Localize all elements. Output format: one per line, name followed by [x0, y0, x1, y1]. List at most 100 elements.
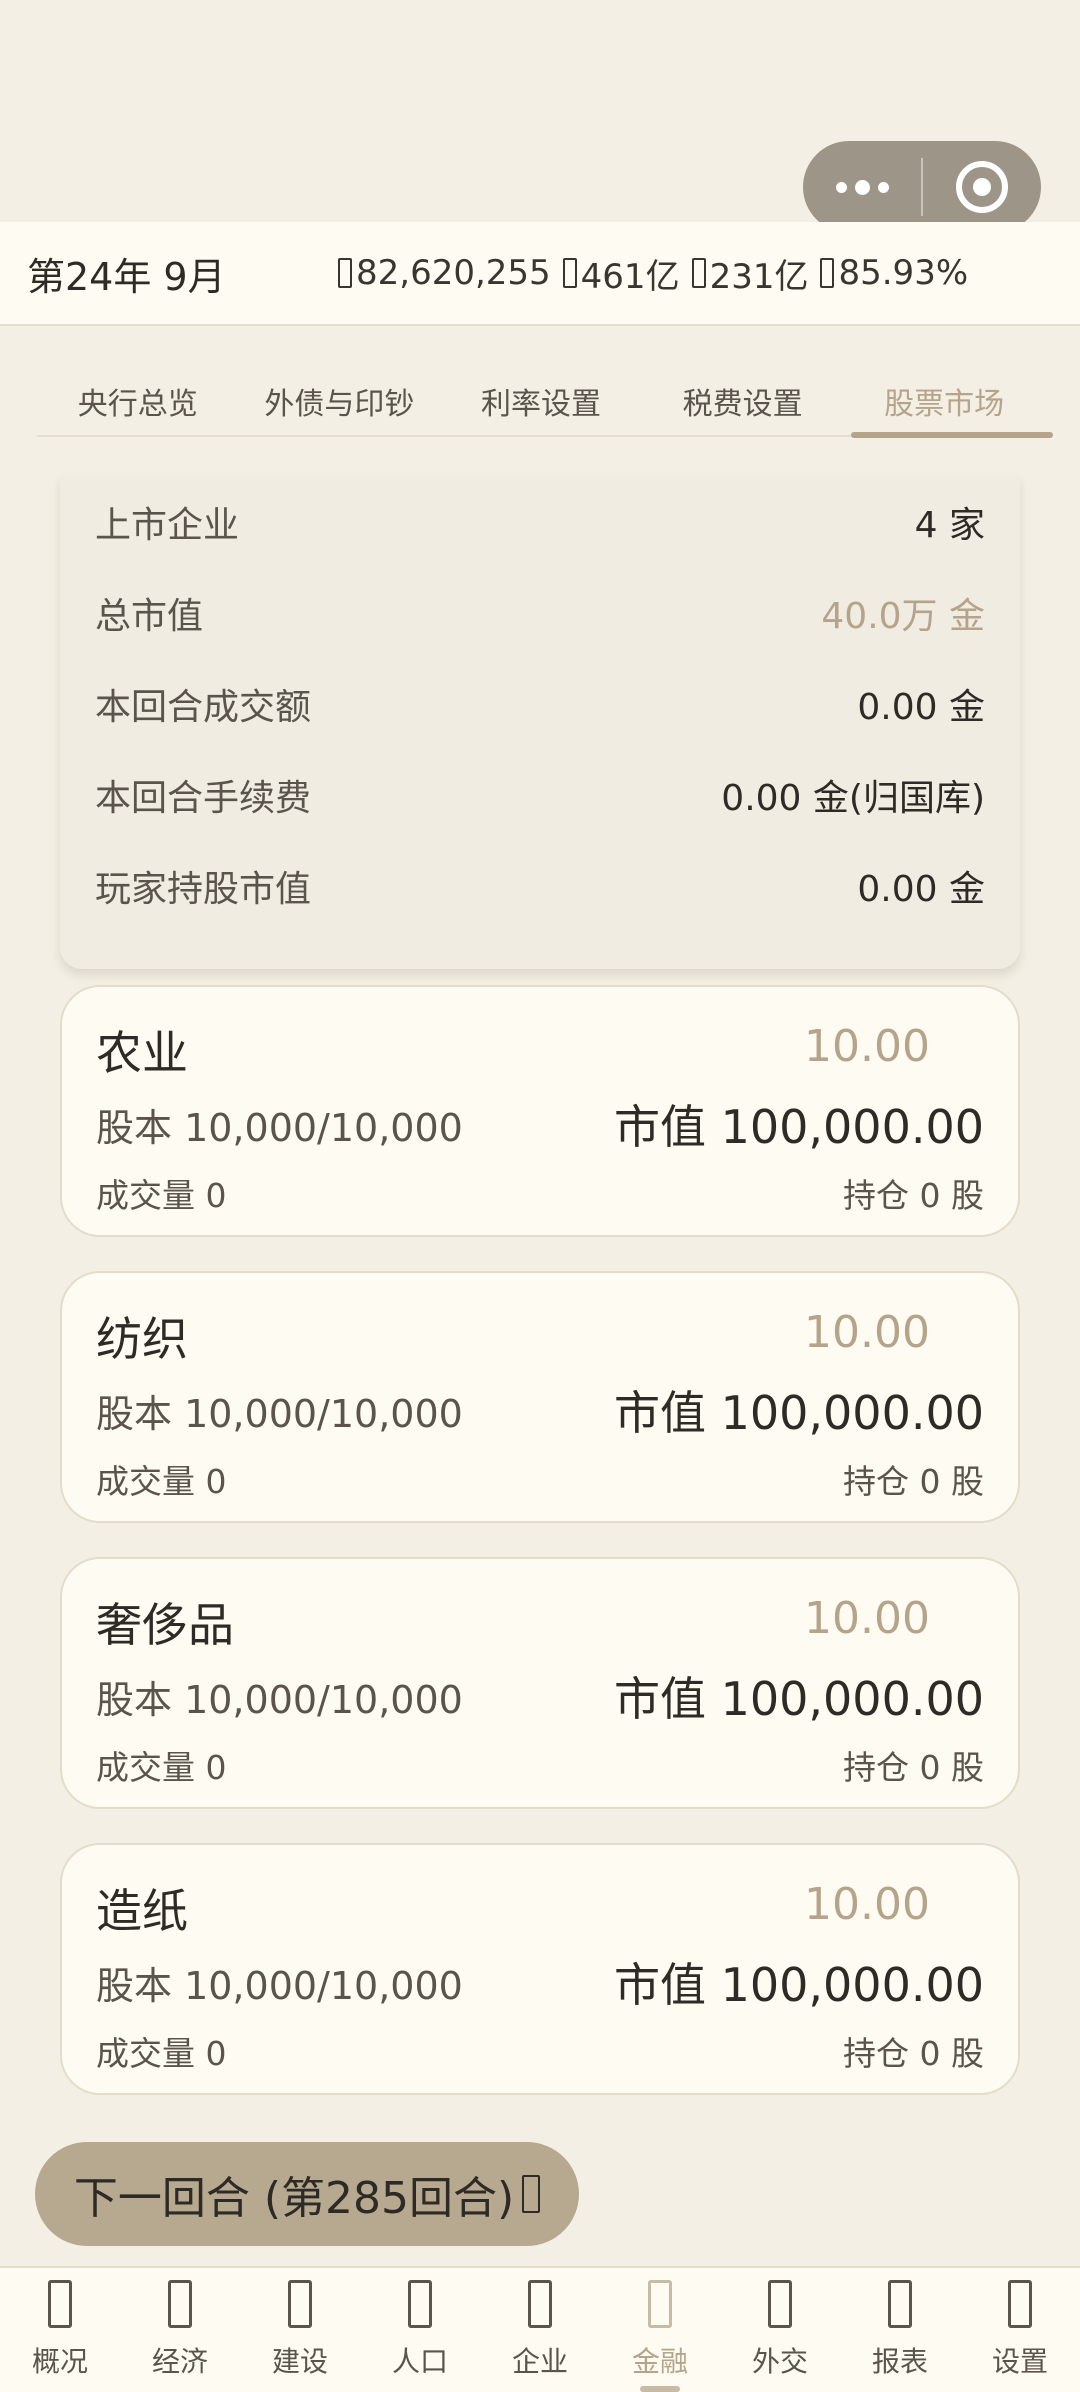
nav-label: 报表 — [871, 2345, 928, 2378]
approval-icon — [820, 258, 835, 288]
nav-label: 概况 — [31, 2345, 88, 2378]
summary-label: 玩家持股市值 — [95, 868, 312, 910]
stock-equity: 股本 10,000/10,000 — [96, 1964, 463, 2008]
reserve-icon — [691, 258, 706, 288]
target-icon — [956, 161, 1008, 213]
stock-card-luxury[interactable]: 奢侈品 10.00 股本 10,000/10,000 市值 100,000.00… — [60, 1557, 1020, 1809]
nav-enterprise[interactable]: 企业 — [480, 2268, 600, 2392]
stock-equity: 股本 10,000/10,000 — [96, 1106, 463, 1150]
stock-price: 10.00 — [804, 1593, 930, 1644]
stock-name: 奢侈品 — [96, 1598, 234, 1652]
more-menu-button[interactable] — [803, 141, 921, 233]
game-date: 第24年 9月 — [27, 254, 226, 299]
stock-market-cap: 市值 100,000.00 — [614, 1386, 984, 1440]
tab-stock-market[interactable]: 股票市场 — [843, 365, 1053, 438]
stock-card-paper[interactable]: 造纸 10.00 股本 10,000/10,000 市值 100,000.00 … — [60, 1843, 1020, 2095]
summary-row-turnover: 本回合成交额 0.00 金 — [95, 658, 985, 749]
next-turn-label: 下一回合 (第285回合) — [73, 2173, 515, 2224]
stock-holding: 持仓 0 股 — [843, 1462, 984, 1501]
stock-volume: 成交量 0 — [96, 1748, 227, 1787]
stock-name: 纺织 — [96, 1312, 188, 1366]
miniprogram-capsule — [803, 141, 1041, 233]
nav-label: 建设 — [271, 2345, 328, 2378]
tab-tax[interactable]: 税费设置 — [642, 365, 844, 435]
stat-reserve: 231亿 — [691, 249, 809, 298]
nav-diplomacy[interactable]: 外交 — [720, 2268, 840, 2392]
summary-label: 上市企业 — [95, 504, 240, 546]
nav-build[interactable]: 建设 — [240, 2268, 360, 2392]
stock-equity: 股本 10,000/10,000 — [96, 1392, 463, 1436]
stock-price: 10.00 — [804, 1021, 930, 1072]
stock-holding: 持仓 0 股 — [843, 1748, 984, 1787]
finance-tabs: 央行总览 外债与印钞 利率设置 税费设置 股票市场 — [37, 365, 1053, 438]
summary-row-fees: 本回合手续费 0.00 金(归国库) — [95, 749, 985, 840]
stat-gdp: 461亿 — [562, 249, 680, 298]
status-bar: 第24年 9月 82,620,255 461亿 231亿 85.93% — [0, 222, 1080, 326]
nav-overview[interactable]: 概况 — [0, 2268, 120, 2392]
report-icon — [888, 2280, 912, 2328]
tab-interest-rate[interactable]: 利率设置 — [440, 365, 642, 435]
summary-value: 4 家 — [914, 504, 985, 546]
population-icon — [408, 2280, 432, 2328]
gdp-icon — [562, 258, 577, 288]
summary-value: 0.00 金 — [857, 868, 985, 910]
next-turn-button[interactable]: 下一回合 (第285回合) — [35, 2142, 579, 2246]
overview-icon — [48, 2280, 72, 2328]
enterprise-icon — [528, 2280, 552, 2328]
next-arrow-icon — [522, 2175, 541, 2213]
nav-label: 金融 — [631, 2345, 688, 2378]
stat-value: 231亿 — [709, 256, 809, 297]
bottom-nav: 概况 经济 建设 人口 企业 金融 外交 报表 设置 — [0, 2266, 1080, 2392]
economy-icon — [168, 2280, 192, 2328]
stat-value: 85.93% — [838, 253, 969, 293]
coin-icon — [338, 258, 352, 288]
nav-report[interactable]: 报表 — [840, 2268, 960, 2392]
nav-label: 外交 — [751, 2345, 808, 2378]
summary-value: 40.0万 金 — [821, 595, 985, 637]
stock-card-agriculture[interactable]: 农业 10.00 股本 10,000/10,000 市值 100,000.00 … — [60, 985, 1020, 1237]
nav-population[interactable]: 人口 — [360, 2268, 480, 2392]
summary-value: 0.00 金(归国库) — [721, 777, 985, 819]
finance-icon — [648, 2280, 672, 2328]
nav-economy[interactable]: 经济 — [120, 2268, 240, 2392]
summary-row-player-holdings: 玩家持股市值 0.00 金 — [95, 840, 985, 931]
tab-central-bank[interactable]: 央行总览 — [37, 365, 239, 435]
stock-market-cap: 市值 100,000.00 — [614, 1672, 984, 1726]
diplomacy-icon — [768, 2280, 792, 2328]
stat-treasury: 82,620,255 — [338, 249, 551, 298]
stat-value: 82,620,255 — [356, 253, 551, 293]
nav-label: 企业 — [511, 2345, 568, 2378]
summary-value: 0.00 金 — [857, 686, 985, 728]
stock-volume: 成交量 0 — [96, 2034, 227, 2073]
stock-equity: 股本 10,000/10,000 — [96, 1678, 463, 1722]
stock-market-cap: 市值 100,000.00 — [614, 1100, 984, 1154]
stock-holding: 持仓 0 股 — [843, 1176, 984, 1215]
summary-row-market-cap: 总市值 40.0万 金 — [95, 567, 985, 658]
stock-volume: 成交量 0 — [96, 1176, 227, 1215]
stat-approval: 85.93% — [820, 249, 968, 298]
summary-label: 本回合手续费 — [95, 777, 312, 819]
summary-row-listed: 上市企业 4 家 — [95, 476, 985, 567]
stock-price: 10.00 — [804, 1879, 930, 1930]
stock-card-textile[interactable]: 纺织 10.00 股本 10,000/10,000 市值 100,000.00 … — [60, 1271, 1020, 1523]
summary-label: 本回合成交额 — [95, 686, 312, 728]
summary-label: 总市值 — [95, 595, 204, 637]
nav-label: 经济 — [151, 2345, 208, 2378]
nav-label: 人口 — [391, 2345, 448, 2378]
market-summary-card: 上市企业 4 家 总市值 40.0万 金 本回合成交额 0.00 金 本回合手续… — [60, 476, 1020, 969]
stock-price: 10.00 — [804, 1307, 930, 1358]
build-icon — [288, 2280, 312, 2328]
nav-settings[interactable]: 设置 — [960, 2268, 1080, 2392]
stock-holding: 持仓 0 股 — [843, 2034, 984, 2073]
nav-label: 设置 — [991, 2345, 1048, 2378]
stock-name: 造纸 — [96, 1884, 188, 1938]
nav-finance[interactable]: 金融 — [600, 2268, 720, 2392]
stock-market-cap: 市值 100,000.00 — [614, 1958, 984, 2012]
resource-stats: 82,620,255 461亿 231亿 85.93% — [338, 249, 968, 298]
settings-icon — [1008, 2280, 1032, 2328]
more-dots-icon — [835, 181, 847, 193]
stock-volume: 成交量 0 — [96, 1462, 227, 1501]
stock-name: 农业 — [96, 1026, 188, 1080]
close-miniprogram-button[interactable] — [923, 141, 1041, 233]
tab-foreign-debt[interactable]: 外债与印钞 — [239, 365, 441, 435]
